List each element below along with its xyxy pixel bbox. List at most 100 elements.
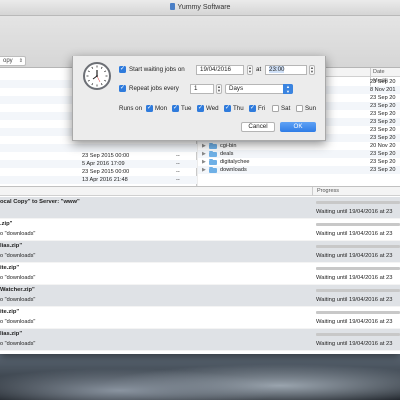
modified-date: 5 Apr 2016 17:09: [82, 161, 125, 167]
list-item[interactable]: ▶ deals 23 Sep 20: [198, 150, 400, 158]
list-item[interactable]: [0, 144, 197, 152]
job-status: Waiting until 19/04/2016 at 23: [316, 319, 393, 325]
column-header-progress[interactable]: Progress: [312, 187, 339, 196]
job-status: Waiting until 19/04/2016 at 23: [316, 209, 393, 215]
day-label-mon: Mon: [155, 105, 168, 112]
list-item[interactable]: 13 Apr 2016 21:48 --: [0, 176, 197, 184]
popup-arrows-icon: ▲ ▼: [283, 84, 293, 94]
checkmark-icon: ✓: [119, 85, 126, 91]
list-item[interactable]: ▶ cgi-bin 20 Nov 20: [198, 142, 400, 150]
day-label-sat: Sat: [281, 105, 291, 112]
job-title: Watcher.zip": [0, 287, 35, 293]
start-time-value: 23:00: [269, 66, 285, 73]
date-stepper[interactable]: ▲ ▼: [247, 65, 253, 75]
day-checkbox-thu[interactable]: ✓: [224, 105, 231, 112]
list-item[interactable]: 5 Apr 2016 17:09 --: [0, 160, 197, 168]
modified-date: 23 Sep 2015 00:00: [82, 153, 130, 159]
list-item[interactable]: 23 Sep 2015 00:00 --: [0, 152, 197, 160]
job-detail: o "downloads": [0, 297, 36, 303]
queue-job[interactable]: .zip" o "downloads" Waiting until 19/04/…: [0, 219, 400, 241]
job-status: Waiting until 19/04/2016 at 23: [316, 253, 393, 259]
app-icon: [169, 3, 175, 10]
disclosure-triangle-icon[interactable]: ▶: [202, 150, 206, 158]
day-label-thu: Thu: [233, 105, 244, 112]
repeat-unit-select[interactable]: Days ▲ ▼: [225, 84, 293, 94]
queue-job[interactable]: ocal Copy" to Server: "www" Waiting unti…: [0, 197, 400, 219]
ok-button[interactable]: OK: [280, 122, 316, 132]
job-progress-bar: [316, 267, 400, 270]
job-detail: o "downloads": [0, 319, 36, 325]
job-status: Waiting until 19/04/2016 at 23: [316, 297, 393, 303]
modified-date: 23 Sep 20: [370, 159, 396, 165]
repeat-count-field[interactable]: 1: [190, 84, 214, 94]
job-progress-bar: [316, 223, 400, 226]
queue-job[interactable]: Watcher.zip" o "downloads" Waiting until…: [0, 285, 400, 307]
start-date-field[interactable]: 19/04/2016: [196, 65, 244, 75]
checkmark-icon: ✓: [249, 105, 256, 111]
start-waiting-checkbox[interactable]: ✓: [119, 66, 126, 73]
job-title: lias.zip": [0, 243, 23, 249]
cancel-button[interactable]: Cancel: [241, 122, 275, 132]
start-time-field[interactable]: 23:00: [265, 65, 307, 75]
copy-select[interactable]: opy ⇕: [0, 56, 26, 66]
modified-date: 23 Sep 20: [370, 103, 396, 109]
queue-job[interactable]: ite.zip" o "downloads" Waiting until 19/…: [0, 263, 400, 285]
checkmark-icon: ✓: [197, 105, 204, 111]
modified-date: 8 Nov 201: [370, 87, 396, 93]
runs-on-label: Runs on: [119, 105, 143, 112]
job-detail: o "downloads": [0, 341, 36, 347]
window-title: Yummy Software: [177, 4, 231, 11]
job-status: Waiting until 19/04/2016 at 23: [316, 275, 393, 281]
clock-icon: [83, 62, 111, 90]
list-item[interactable]: ▶ digitalychee 23 Sep 20: [198, 158, 400, 166]
folder-icon: [209, 150, 217, 157]
time-stepper[interactable]: ▲ ▼: [309, 65, 315, 75]
list-item[interactable]: ▶ downloads 23 Sep 20: [198, 166, 400, 174]
modified-date: 23 Sep 20: [370, 79, 396, 85]
folder-name: deals: [220, 151, 234, 157]
checkmark-icon: ✓: [119, 66, 126, 72]
checkmark-icon: ✓: [146, 105, 153, 111]
modified-date: 23 Sep 2015 00:00: [82, 169, 130, 175]
day-checkbox-sat[interactable]: [272, 105, 279, 112]
queue-job[interactable]: ite.zip" o "downloads" Waiting until 19/…: [0, 307, 400, 329]
folder-icon: [209, 166, 217, 173]
disclosure-triangle-icon[interactable]: ▶: [202, 158, 206, 166]
job-detail: o "downloads": [0, 253, 36, 259]
transfer-queue[interactable]: Progress ocal Copy" to Server: "www" Wai…: [0, 186, 400, 354]
day-checkbox-mon[interactable]: ✓: [146, 105, 153, 112]
day-checkbox-fri[interactable]: ✓: [249, 105, 256, 112]
day-checkbox-wed[interactable]: ✓: [197, 105, 204, 112]
queue-job[interactable]: lias.zip" o "downloads" Waiting until 19…: [0, 329, 400, 351]
job-progress-bar: [316, 245, 400, 248]
job-title: ite.zip": [0, 265, 20, 271]
file-size: --: [176, 161, 180, 167]
modified-date: 23 Sep 20: [370, 135, 396, 141]
day-label-wed: Wed: [206, 105, 219, 112]
modified-date: 23 Sep 20: [370, 95, 396, 101]
modified-date: 23 Sep 20: [370, 111, 396, 117]
modified-date: 23 Sep 20: [370, 127, 396, 133]
modified-date: 23 Sep 20: [370, 151, 396, 157]
disclosure-triangle-icon[interactable]: ▶: [202, 142, 206, 150]
file-size: --: [176, 169, 180, 175]
disclosure-triangle-icon[interactable]: ▶: [202, 166, 206, 174]
file-size: --: [176, 153, 180, 159]
checkmark-icon: ✓: [172, 105, 179, 111]
job-title: ocal Copy" to Server: "www": [0, 199, 80, 205]
job-status: Waiting until 19/04/2016 at 23: [316, 231, 393, 237]
modified-date: 23 Sep 20: [370, 167, 396, 173]
queue-job[interactable]: lias.zip" o "downloads" Waiting until 19…: [0, 241, 400, 263]
job-title: .zip": [0, 221, 13, 227]
list-item[interactable]: 23 Sep 2015 00:00 --: [0, 168, 197, 176]
day-checkbox-tue[interactable]: ✓: [172, 105, 179, 112]
copy-select-value: opy: [3, 58, 13, 64]
checkmark-icon: ✓: [224, 105, 231, 111]
day-checkbox-sun[interactable]: [296, 105, 303, 112]
job-progress-bar: [316, 333, 400, 336]
window-titlebar[interactable]: Yummy Software: [0, 0, 400, 16]
repeat-count-stepper[interactable]: ▲ ▼: [216, 84, 222, 94]
repeat-jobs-checkbox[interactable]: ✓: [119, 85, 126, 92]
job-title: lias.zip": [0, 331, 23, 337]
clock-face: [86, 65, 108, 87]
